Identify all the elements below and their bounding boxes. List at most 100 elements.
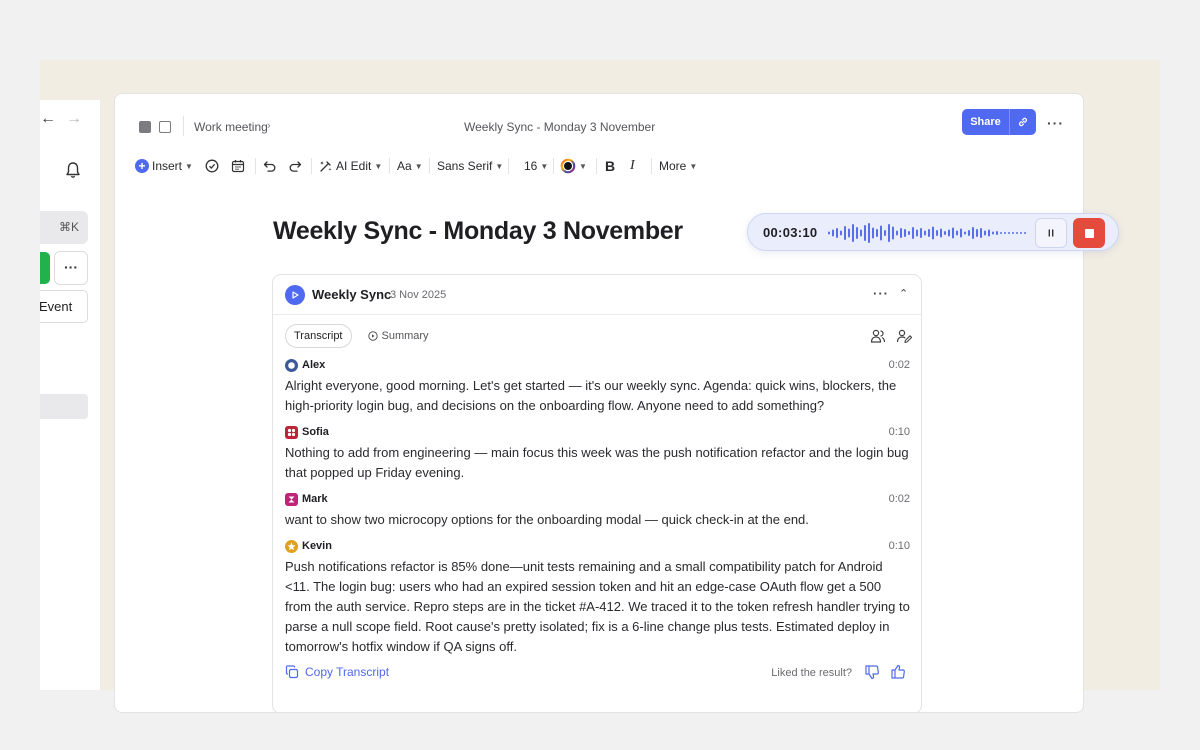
sidebar-item-selected[interactable] [40, 394, 88, 419]
expand-icon[interactable] [159, 121, 171, 133]
arrow-right-icon[interactable]: → [66, 110, 82, 128]
insert-button[interactable]: + Insert ▼ [135, 156, 193, 176]
insert-label: Insert [152, 159, 183, 173]
pause-button[interactable] [1035, 218, 1067, 248]
divider [651, 158, 652, 174]
thumbs-up-icon[interactable] [890, 664, 906, 680]
waveform-bar [984, 230, 986, 236]
waveform-bar [852, 224, 854, 242]
ai-edit-label: AI Edit [336, 159, 372, 173]
transcript-text: Push notifications refactor is 85% done—… [285, 559, 910, 654]
copy-transcript-label: Copy Transcript [305, 665, 390, 679]
link-icon[interactable] [1009, 109, 1036, 135]
undo-icon[interactable] [263, 156, 277, 176]
waveform-bar [940, 228, 942, 238]
waveform-bar [1016, 232, 1018, 234]
sidebar-more-button[interactable]: ··· [54, 251, 88, 285]
font-family-select[interactable]: Sans Serif ▼ [437, 156, 503, 176]
chevron-down-icon: ▼ [495, 161, 504, 171]
transcript-text: Nothing to add from engineering — main f… [285, 445, 909, 480]
waveform-bar [964, 231, 966, 235]
sidebar-toggle-icon[interactable] [139, 121, 151, 133]
divider [311, 158, 312, 174]
timestamp[interactable]: 0:02 [889, 359, 910, 371]
stop-button[interactable] [1073, 218, 1105, 248]
card-more-icon[interactable]: ··· [873, 286, 889, 301]
transcript-text: Alright everyone, good morning. Let's ge… [285, 378, 897, 413]
waveform-bar [868, 223, 870, 243]
play-icon[interactable] [285, 285, 305, 305]
waveform-bar [960, 228, 962, 238]
document-window: Work meeting › Weekly Sync - Monday 3 No… [114, 93, 1084, 713]
waveform-bar [936, 230, 938, 236]
waveform-bar [904, 229, 906, 237]
new-button[interactable] [40, 252, 50, 284]
tab-transcript[interactable]: Transcript [285, 324, 352, 348]
speakers-icon[interactable] [870, 328, 886, 344]
font-size-select[interactable]: 16 ▼ [524, 156, 548, 176]
event-button[interactable]: Event [40, 290, 88, 323]
entry-header: Sofia 0:10 [285, 424, 910, 442]
italic-button[interactable]: I [630, 156, 635, 176]
waveform-bar [976, 229, 978, 237]
waveform-bar [996, 231, 998, 235]
waveform-bar [900, 228, 902, 238]
copy-icon [285, 665, 299, 679]
more-button[interactable]: More ▼ [659, 156, 697, 176]
calendar-icon[interactable] [231, 156, 245, 176]
text-color-select[interactable]: ▼ [560, 156, 587, 176]
share-button-group: Share [962, 109, 1036, 135]
divider [553, 158, 554, 174]
share-button[interactable]: Share [962, 109, 1009, 135]
divider [255, 158, 256, 174]
search-shortcut[interactable]: ⌘K [40, 211, 88, 244]
speaker-name: Mark [302, 493, 328, 505]
waveform-bar [1024, 232, 1026, 234]
waveform-bar [980, 228, 982, 238]
waveform-bar [840, 230, 842, 236]
arrow-left-icon[interactable]: ← [40, 110, 56, 128]
waveform-bar [924, 230, 926, 236]
bell-icon[interactable] [65, 161, 81, 179]
summary-icon [367, 331, 378, 341]
waveform-bar [1000, 232, 1002, 234]
chevron-up-icon[interactable]: ⌃ [899, 287, 908, 300]
entry-header: Alex 0:02 [285, 357, 910, 375]
waveform-bar [880, 225, 882, 241]
bold-button[interactable]: B [605, 156, 615, 176]
meeting-card: Weekly Sync 3 Nov 2025 ··· ⌃ Transcript … [272, 274, 922, 712]
document-heading[interactable]: Weekly Sync - Monday 3 November [273, 217, 683, 246]
tab-summary[interactable]: Summary [362, 324, 435, 348]
timestamp[interactable]: 0:02 [889, 493, 910, 505]
divider [389, 158, 390, 174]
divider [183, 116, 184, 136]
redo-icon[interactable] [288, 156, 302, 176]
recording-timer: 00:03:10 [763, 225, 818, 240]
waveform-bar [928, 229, 930, 237]
card-tabs: Transcript Summary [285, 324, 435, 348]
meeting-date: 3 Nov 2025 [390, 289, 447, 301]
transcript-entry: Alex 0:02 Alright everyone, good morning… [285, 357, 910, 416]
waveform-bar [968, 230, 970, 236]
breadcrumb-item[interactable]: Work meeting [194, 120, 268, 134]
timestamp[interactable]: 0:10 [889, 540, 910, 552]
waveform-bar [832, 229, 834, 237]
avatar [285, 540, 298, 553]
recording-widget: 00:03:10 [747, 213, 1119, 251]
transcript-entry: Mark 0:02 want to show two microcopy opt… [285, 491, 910, 530]
ai-edit-button[interactable]: AI Edit ▼ [319, 156, 382, 176]
transcript-entry: Kevin 0:10 Push notifications refactor i… [285, 538, 910, 657]
timestamp[interactable]: 0:10 [889, 426, 910, 438]
waveform-bar [948, 229, 950, 237]
pause-icon [1048, 229, 1054, 237]
text-style-select[interactable]: Aa ▼ [397, 156, 423, 176]
thumbs-down-icon[interactable] [864, 664, 880, 680]
waveform-bar [1012, 232, 1014, 234]
chevron-down-icon: ▼ [414, 161, 423, 171]
more-menu-icon[interactable]: ··· [1047, 115, 1064, 131]
check-circle-icon[interactable] [205, 156, 219, 176]
copy-transcript-button[interactable]: Copy Transcript [285, 665, 389, 679]
entry-header: Kevin 0:10 [285, 538, 910, 556]
waveform-bar [884, 230, 886, 236]
edit-speaker-icon[interactable] [896, 328, 912, 344]
